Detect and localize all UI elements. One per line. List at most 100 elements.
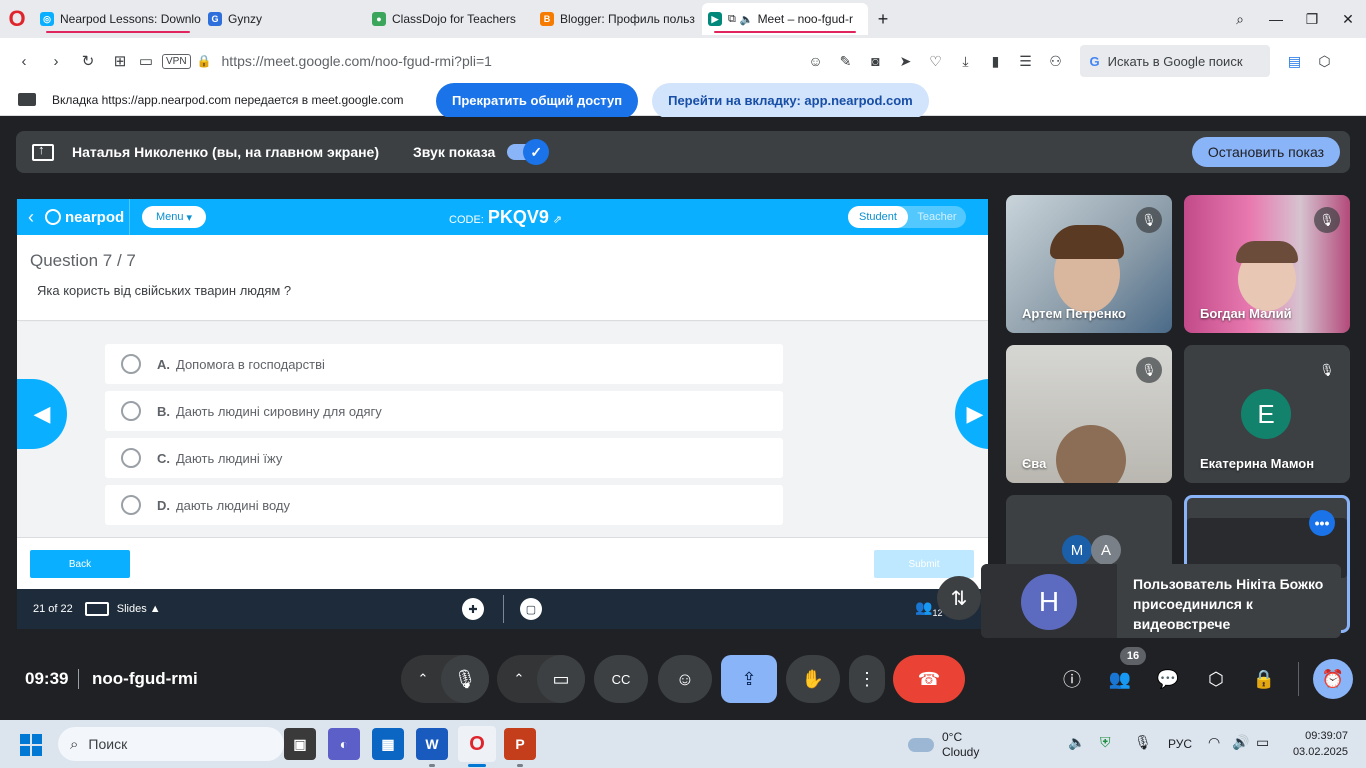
check-icon: ✓ xyxy=(523,139,550,165)
send-icon[interactable]: ➤ xyxy=(894,53,918,70)
profile-icon[interactable]: ⚇ xyxy=(1044,53,1068,70)
leave-call-button[interactable]: ☎ xyxy=(893,655,965,703)
stop-sharing-button[interactable]: Прекратить общий доступ xyxy=(436,82,639,119)
back-button[interactable]: Back xyxy=(30,550,130,578)
microphone-tray-icon[interactable]: 🎙 xyxy=(1134,734,1152,751)
share-audio-toggle[interactable]: ✓ xyxy=(507,139,550,165)
nearpod-menu-button[interactable]: Menu ▾ xyxy=(142,206,206,228)
forward-icon[interactable]: › xyxy=(40,53,72,70)
tab-playing-indicator xyxy=(714,31,856,33)
extensions-icon[interactable]: ⬡ xyxy=(1310,53,1340,70)
chat-icon[interactable]: 💬 xyxy=(1144,655,1192,703)
presentation-bar: Наталья Николенко (вы, на главном экране… xyxy=(16,131,1350,173)
mode-toggle[interactable]: Student Teacher xyxy=(848,206,966,228)
heart-icon[interactable]: ♡ xyxy=(924,53,948,70)
camera-button[interactable]: ▭ xyxy=(537,655,585,703)
system-clock[interactable]: 09:39:07 03.02.2025 xyxy=(1288,728,1348,760)
search-tabs-icon[interactable]: ⌕ xyxy=(1222,11,1258,28)
participant-avatar: М xyxy=(1062,535,1092,565)
meeting-info-icon[interactable]: ⓘ xyxy=(1048,655,1096,703)
camera-icon[interactable]: ◙ xyxy=(864,53,888,70)
switch-to-tab-button[interactable]: Перейти на вкладку: app.nearpod.com xyxy=(652,82,929,119)
people-icon[interactable]: 👥 xyxy=(1096,655,1144,703)
slides-toggle[interactable]: Slides ▲ xyxy=(117,603,161,615)
emoji-icon[interactable]: ☺ xyxy=(804,53,828,70)
battery-saver-icon[interactable]: ▮ xyxy=(984,53,1008,70)
teams-icon[interactable]: ◐ xyxy=(328,728,360,760)
meet-window: Наталья Николенко (вы, на главном экране… xyxy=(0,117,1366,720)
google-search-box[interactable]: G Искать в Google поиск xyxy=(1079,45,1270,77)
nearpod-back-icon[interactable]: ‹ xyxy=(17,207,45,228)
powerpoint-icon[interactable]: P xyxy=(504,728,536,760)
reactions-button[interactable]: ☺ xyxy=(658,655,712,703)
external-link-icon[interactable]: ⇗ xyxy=(553,213,562,226)
more-options-button[interactable]: ⋮ xyxy=(849,655,885,703)
task-view-icon[interactable]: ▣ xyxy=(284,728,316,760)
tab-blogger[interactable]: B Blogger: Профиль польз xyxy=(534,3,702,35)
participant-group-tile[interactable]: М А xyxy=(1006,495,1172,565)
close-icon[interactable]: ✕ xyxy=(1330,11,1366,28)
participant-tile[interactable]: Е 🎙 Екатерина Мамон xyxy=(1184,345,1350,483)
submit-button[interactable]: Submit xyxy=(874,550,974,578)
minimize-icon[interactable]: — xyxy=(1258,11,1294,27)
speed-dial-icon[interactable]: ⊞ xyxy=(104,52,136,70)
download-icon[interactable]: ⤓ xyxy=(954,53,978,70)
answer-option-d[interactable]: D. дають людині воду xyxy=(105,485,783,525)
participant-tile[interactable]: 🎙 Артем Петренко xyxy=(1006,195,1172,333)
taskbar-search[interactable]: ⌕ Поиск xyxy=(58,727,284,761)
volume-muted-icon[interactable]: 🔈 xyxy=(1068,734,1085,751)
store-icon[interactable]: ▦ xyxy=(372,728,404,760)
new-tab-icon[interactable]: + xyxy=(868,9,898,30)
lock-icon[interactable]: 🔒 xyxy=(197,54,212,68)
easy-setup-icon[interactable]: ☰ xyxy=(1014,53,1038,70)
url-field[interactable]: https://meet.google.com/noo-fgud-rmi?pli… xyxy=(222,53,802,69)
picture-in-picture-icon[interactable]: ⧉ xyxy=(728,13,736,26)
captions-button[interactable]: CC xyxy=(594,655,648,703)
reload-icon[interactable]: ↻ xyxy=(72,52,104,70)
time-divider xyxy=(78,669,79,689)
timer-button[interactable]: ⏰ xyxy=(1313,659,1353,699)
slides-icon[interactable] xyxy=(84,602,109,616)
tab-classdojo[interactable]: ● ClassDojo for Teachers xyxy=(366,3,534,35)
weather-widget[interactable]: 0°C Cloudy xyxy=(908,730,979,760)
camera-options-chevron-icon[interactable]: ⌃ xyxy=(497,655,541,703)
draw-board-icon[interactable]: ▢ xyxy=(520,598,542,620)
participant-tile[interactable]: 🎙 Богдан Малий xyxy=(1184,195,1350,333)
more-vert-icon: ⋮ xyxy=(858,668,876,689)
participant-tile[interactable]: 🎙 Єва xyxy=(1006,345,1172,483)
security-icon[interactable]: ⛨ xyxy=(1100,734,1111,751)
swap-layout-icon[interactable]: ⇅ xyxy=(937,576,981,620)
present-button[interactable]: ⇪ xyxy=(721,655,777,703)
word-icon[interactable]: W xyxy=(416,728,448,760)
edit-icon[interactable]: ✎ xyxy=(834,53,858,70)
restore-icon[interactable]: ❐ xyxy=(1294,11,1330,28)
mic-options-chevron-icon[interactable]: ⌃ xyxy=(401,655,445,703)
raise-hand-button[interactable]: ✋ xyxy=(786,655,840,703)
opera-menu-icon[interactable]: O xyxy=(0,0,34,38)
host-controls-icon[interactable]: 🔒 xyxy=(1240,655,1288,703)
mode-teacher[interactable]: Teacher xyxy=(908,211,966,223)
speaker-icon[interactable]: 🔈 xyxy=(740,13,754,26)
back-icon[interactable]: ‹ xyxy=(8,53,40,70)
sidebar-icon[interactable]: ▤ xyxy=(1280,53,1310,70)
answer-option-a[interactable]: A. Допомога в господарстві xyxy=(105,344,783,384)
opera-taskbar-button[interactable]: O xyxy=(458,726,496,762)
activities-icon[interactable]: ⬡ xyxy=(1192,655,1240,703)
wifi-icon[interactable]: ◠ xyxy=(1208,734,1220,751)
microphone-button[interactable]: 🎙 xyxy=(441,655,489,703)
tab-nearpod[interactable]: ◎ Nearpod Lessons: Downlo xyxy=(34,3,202,35)
vpn-badge[interactable]: VPN xyxy=(162,53,191,69)
tab-gynzy[interactable]: G Gynzy xyxy=(202,3,366,35)
input-language[interactable]: РУС xyxy=(1168,737,1192,751)
tab-meet[interactable]: ▶ ⧉ 🔈 Meet – noo-fgud-r xyxy=(702,3,868,35)
camera-snapshot-icon[interactable]: ▭ xyxy=(136,52,156,70)
battery-icon[interactable]: ▭ xyxy=(1256,734,1269,751)
puzzle-icon[interactable]: ✚ xyxy=(462,598,484,620)
answer-option-c[interactable]: C. Дають людині їжу xyxy=(105,438,783,478)
stop-presenting-button[interactable]: Остановить показ xyxy=(1191,137,1340,167)
answer-option-b[interactable]: B. Дають людині сировину для одягу xyxy=(105,391,783,431)
windows-start-icon[interactable] xyxy=(20,734,42,756)
more-options-icon[interactable]: ••• xyxy=(1309,510,1335,536)
mode-student[interactable]: Student xyxy=(848,206,908,228)
speaker-tray-icon[interactable]: 🔊 xyxy=(1232,734,1249,751)
